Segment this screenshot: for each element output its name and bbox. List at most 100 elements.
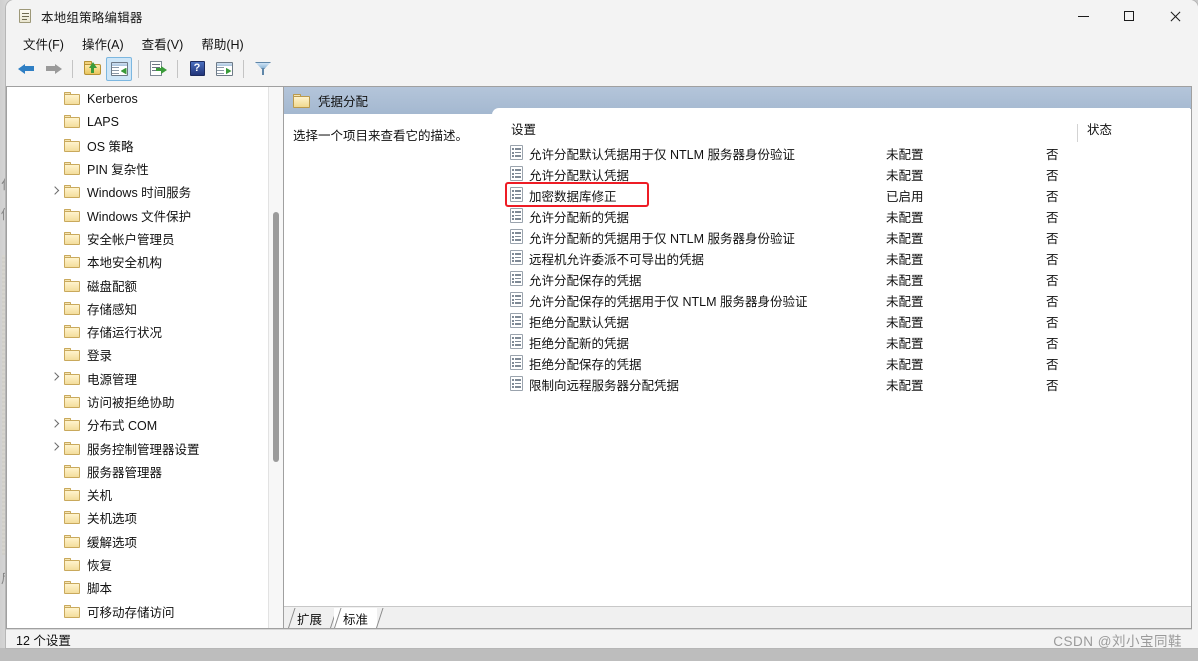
tree-item[interactable]: 本地安全机构 xyxy=(7,250,268,273)
menu-action[interactable]: 操作(A) xyxy=(73,32,133,55)
tree-scrollbar-thumb[interactable] xyxy=(273,212,279,462)
export-list-icon xyxy=(150,61,167,76)
setting-state: 未配置 xyxy=(886,295,924,309)
menu-file[interactable]: 文件(F) xyxy=(14,32,73,55)
view-tabs: 扩展 标准 xyxy=(284,606,1191,628)
policy-setting-icon xyxy=(510,376,523,391)
tree-item[interactable]: 存储运行状况 xyxy=(7,320,268,343)
toolbar: ? xyxy=(6,55,1198,82)
tab-extended[interactable]: 扩展 xyxy=(288,608,338,628)
tab-extended-label: 扩展 xyxy=(297,612,323,627)
table-row[interactable]: 远程机允许委派不可导出的凭据 未配置 否 xyxy=(493,247,1191,268)
tree-item[interactable]: 分布式 COM xyxy=(7,413,268,436)
tab-standard[interactable]: 标准 xyxy=(334,608,384,628)
policy-setting-icon xyxy=(510,355,523,370)
policy-setting-icon xyxy=(510,313,523,328)
tree-item[interactable]: 关机 xyxy=(7,483,268,506)
column-header-setting[interactable]: 设置 xyxy=(511,119,536,138)
table-row[interactable]: 允许分配保存的凭据用于仅 NTLM 服务器身份验证 未配置 否 xyxy=(493,289,1191,310)
folder-icon xyxy=(64,185,80,199)
table-row[interactable]: 拒绝分配新的凭据 未配置 否 xyxy=(493,331,1191,352)
setting-name: 远程机允许委派不可导出的凭据 xyxy=(529,253,705,267)
folder-icon xyxy=(64,441,80,455)
description-text: 选择一个项目来查看它的描述。 xyxy=(293,129,469,143)
tree-item[interactable]: 脚本 xyxy=(7,576,268,599)
column-header-state[interactable]: 状态 xyxy=(1087,119,1112,138)
tree-item[interactable]: 服务器管理器 xyxy=(7,460,268,483)
background-taskbar-strip xyxy=(0,648,1198,661)
table-row[interactable]: 允许分配保存的凭据 未配置 否 xyxy=(493,268,1191,289)
up-one-level-button[interactable] xyxy=(79,57,105,81)
tree-item[interactable]: 关机选项 xyxy=(7,506,268,529)
properties-button[interactable] xyxy=(211,57,237,81)
show-hide-tree-button[interactable] xyxy=(106,56,132,81)
setting-state: 未配置 xyxy=(886,148,924,162)
properties-icon xyxy=(215,61,233,76)
export-list-button[interactable] xyxy=(145,57,171,81)
tree-item[interactable]: PIN 复杂性 xyxy=(7,157,268,180)
tree-item[interactable]: 电源管理 xyxy=(7,367,268,390)
menu-view[interactable]: 查看(V) xyxy=(133,32,193,55)
chevron-right-icon[interactable] xyxy=(51,374,60,383)
forward-button[interactable] xyxy=(40,57,66,81)
chevron-right-icon[interactable] xyxy=(51,187,60,196)
folder-icon xyxy=(64,558,80,572)
minimize-button[interactable] xyxy=(1060,0,1106,32)
back-button[interactable] xyxy=(13,57,39,81)
table-row[interactable]: 拒绝分配默认凭据 未配置 否 xyxy=(493,310,1191,331)
setting-comment: 否 xyxy=(1046,295,1059,309)
setting-state: 未配置 xyxy=(886,232,924,246)
tree-item[interactable]: Windows 时间服务 xyxy=(7,180,268,203)
tree-item[interactable]: 访问被拒绝协助 xyxy=(7,390,268,413)
table-row[interactable]: 限制向远程服务器分配凭据 未配置 否 xyxy=(493,373,1191,394)
title-bar: 本地组策略编辑器 xyxy=(6,0,1198,32)
tree-item[interactable]: 存储感知 xyxy=(7,297,268,320)
tree-item-label: 服务器管理器 xyxy=(87,465,163,480)
help-icon: ? xyxy=(189,61,205,76)
menu-help[interactable]: 帮助(H) xyxy=(192,32,252,55)
setting-comment: 否 xyxy=(1046,379,1059,393)
maximize-button[interactable] xyxy=(1106,0,1152,32)
tree-item[interactable]: OS 策略 xyxy=(7,134,268,157)
close-button[interactable] xyxy=(1152,0,1198,32)
tree-item[interactable]: 可移动存储访问 xyxy=(7,600,268,623)
filter-button[interactable] xyxy=(250,57,276,81)
folder-icon xyxy=(64,464,80,478)
column-divider-1[interactable] xyxy=(1077,124,1078,142)
tree-scrollbar[interactable] xyxy=(268,87,283,628)
folder-icon xyxy=(64,418,80,432)
tree-item-label: 本地安全机构 xyxy=(87,256,163,271)
setting-comment: 否 xyxy=(1046,274,1059,288)
table-row[interactable]: 允许分配默认凭据 未配置 否 xyxy=(493,163,1191,184)
tree-item[interactable]: 安全帐户管理员 xyxy=(7,227,268,250)
tree-item[interactable]: Kerberos xyxy=(7,87,268,110)
tree-item[interactable]: 磁盘配额 xyxy=(7,273,268,296)
tree-item[interactable]: Windows 文件保护 xyxy=(7,203,268,226)
setting-name: 允许分配新的凭据 xyxy=(529,211,630,225)
console-tree-pane: Kerberos LAPS OS 策略 PIN 复杂性 Windows 时间服务 Wind… xyxy=(6,86,284,629)
tree-item-label: Kerberos xyxy=(87,91,138,106)
setting-name: 允许分配保存的凭据 xyxy=(529,274,642,288)
watermark: CSDN @刘小宝同鞋 xyxy=(1053,634,1182,649)
result-pane: 凭据分配 选择一个项目来查看它的描述。 设置 状态 注释 允许分配默认凭据用于仅… xyxy=(284,86,1192,629)
table-row[interactable]: 拒绝分配保存的凭据 未配置 否 xyxy=(493,352,1191,373)
tree-item[interactable]: LAPS xyxy=(7,110,268,133)
table-row[interactable]: 允许分配默认凭据用于仅 NTLM 服务器身份验证 未配置 否 xyxy=(493,142,1191,163)
tree-item[interactable]: 内核 DMA 保护 xyxy=(7,623,268,628)
folder-icon xyxy=(64,534,80,548)
folder-icon xyxy=(64,92,80,106)
tree-item-label: Windows 时间服务 xyxy=(87,186,192,201)
setting-name: 限制向远程服务器分配凭据 xyxy=(529,379,680,393)
tree-item[interactable]: 服务控制管理器设置 xyxy=(7,436,268,459)
chevron-right-icon[interactable] xyxy=(51,420,60,429)
tree-item[interactable]: 登录 xyxy=(7,343,268,366)
setting-comment: 否 xyxy=(1046,232,1059,246)
table-row[interactable]: 允许分配新的凭据 未配置 否 xyxy=(493,205,1191,226)
chevron-right-icon[interactable] xyxy=(51,444,60,453)
tree-item[interactable]: 缓解选项 xyxy=(7,530,268,553)
table-row[interactable]: 允许分配新的凭据用于仅 NTLM 服务器身份验证 未配置 否 xyxy=(493,226,1191,247)
tree-item-label: 电源管理 xyxy=(87,372,138,387)
help-button[interactable]: ? xyxy=(184,57,210,81)
tree-item[interactable]: 恢复 xyxy=(7,553,268,576)
table-row[interactable]: 加密数据库修正 已启用 否 xyxy=(493,184,1191,205)
